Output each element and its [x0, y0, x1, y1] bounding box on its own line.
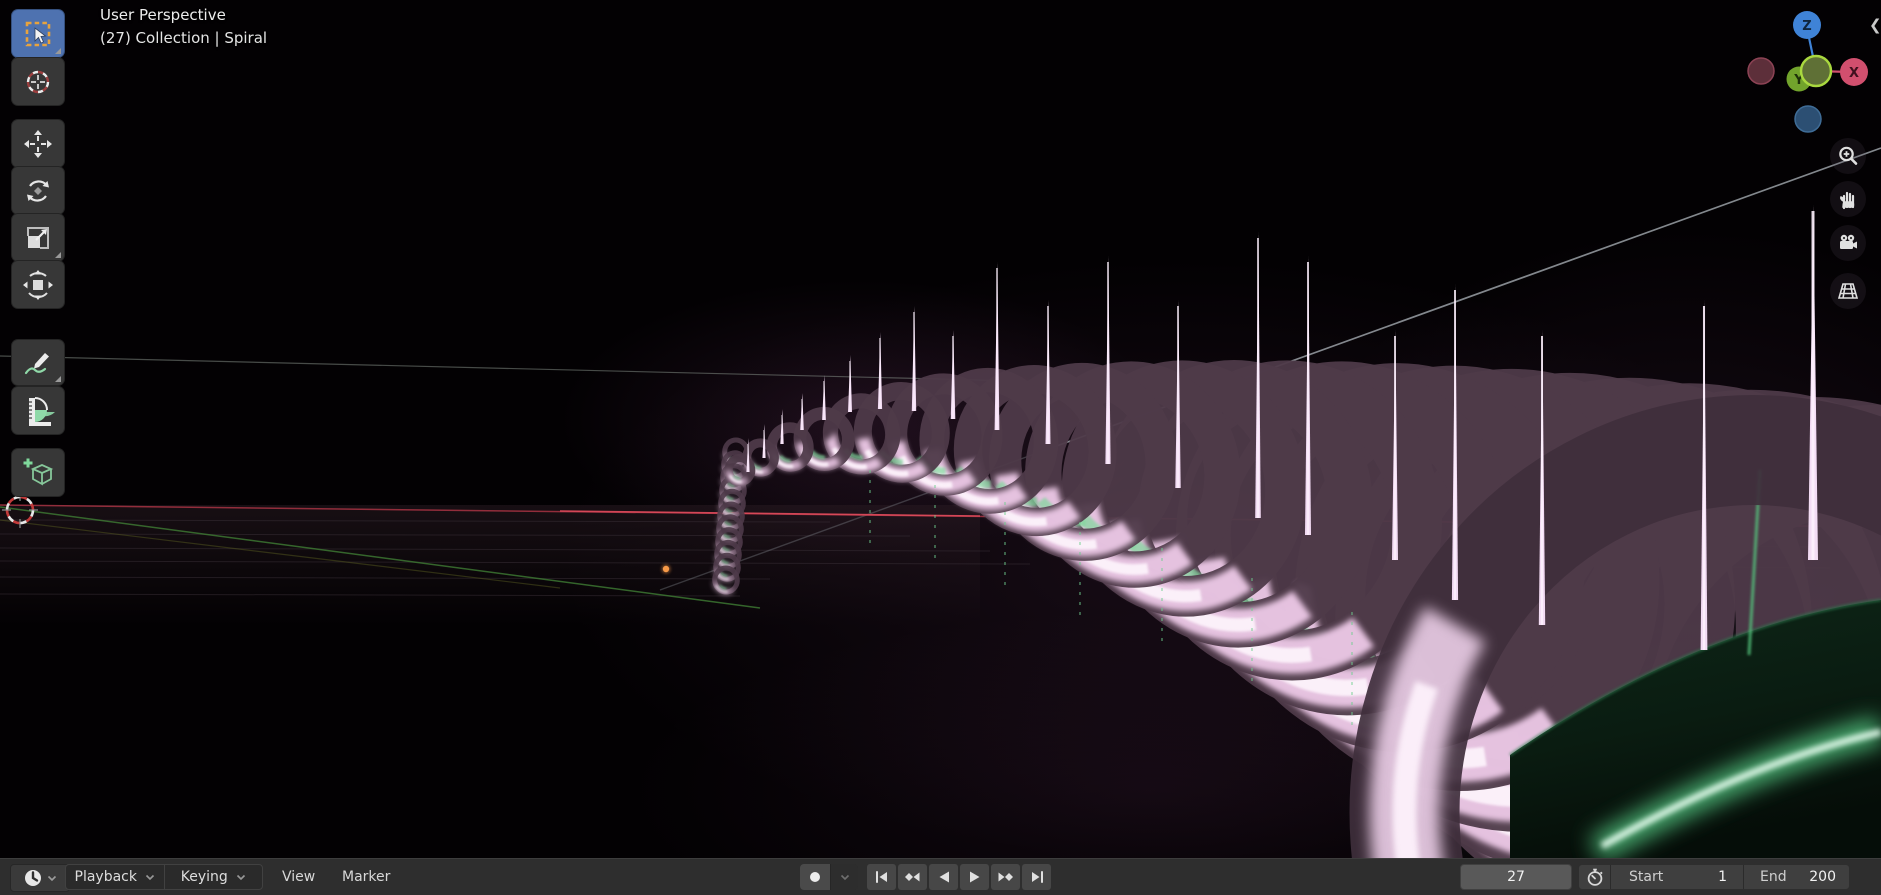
next-keyframe-icon	[998, 872, 1013, 882]
play-reverse-button[interactable]	[929, 864, 958, 890]
transform-icon	[23, 269, 53, 300]
axis-neg-z-ball[interactable]	[1794, 105, 1822, 133]
use-preview-range-button[interactable]	[1579, 865, 1610, 889]
tool-scale[interactable]	[12, 214, 64, 261]
zoom-icon	[1839, 146, 1858, 165]
view-menu-label: View	[282, 869, 316, 885]
axis-x-ball[interactable]: X	[1840, 58, 1868, 86]
stopwatch-icon	[1587, 868, 1603, 886]
tool-select-box[interactable]	[12, 10, 64, 57]
axis-neg-x-ball[interactable]	[1747, 57, 1775, 85]
axis-z-label: Z	[1802, 19, 1811, 34]
select-box-icon	[25, 21, 51, 46]
record-button[interactable]	[800, 864, 830, 890]
camera-view-icon	[1840, 234, 1857, 249]
measure-icon	[29, 396, 55, 426]
current-frame-value: 27	[1507, 869, 1525, 885]
cursor-tool-icon	[26, 70, 50, 93]
playback-menu-label: Playback	[74, 869, 137, 885]
previous-keyframe-icon	[905, 872, 920, 882]
axis-x-label: X	[1849, 66, 1859, 81]
editor-type-button[interactable]	[10, 864, 70, 892]
timeline-editor-header: Playback Keying View Marker 27 Start 1 E…	[0, 858, 1881, 895]
frame-range-group: Start 1 End 200	[1578, 864, 1850, 890]
add-cube-icon	[23, 458, 54, 486]
move-icon	[24, 129, 52, 158]
collapse-region-icon[interactable]: ❮	[1869, 18, 1881, 33]
tool-move[interactable]	[12, 120, 64, 167]
grid-view-icon	[1837, 283, 1859, 299]
end-frame-field[interactable]: End 200	[1743, 865, 1849, 889]
zoom-button[interactable]	[1830, 138, 1866, 174]
annotate-icon	[24, 352, 49, 374]
auto-key-group	[800, 864, 858, 890]
keying-menu[interactable]: Keying	[163, 865, 263, 889]
playback-menu[interactable]: Playback	[66, 865, 164, 889]
record-dot-icon	[810, 872, 820, 882]
tool-add-cube[interactable]	[12, 449, 64, 496]
start-label: Start	[1629, 869, 1664, 885]
gizmo-center-ball[interactable]	[1799, 54, 1833, 88]
transport-controls	[867, 864, 1051, 890]
jump-to-start-icon	[875, 871, 887, 883]
chevron-down-icon	[145, 874, 155, 880]
tool-annotate[interactable]	[12, 340, 64, 385]
record-options-button[interactable]	[830, 864, 858, 890]
start-value: 1	[1718, 869, 1727, 885]
tool-measure[interactable]	[12, 387, 64, 434]
end-label: End	[1760, 869, 1787, 885]
jump-to-end-button[interactable]	[1022, 864, 1051, 890]
subtool-corner	[55, 376, 61, 382]
pan-button[interactable]	[1830, 181, 1866, 217]
play-button[interactable]	[960, 864, 989, 890]
tool-rotate[interactable]	[12, 167, 64, 214]
playback-keying-group: Playback Keying	[65, 864, 263, 890]
start-frame-field[interactable]: Start 1	[1610, 865, 1743, 889]
clock-icon	[24, 870, 41, 886]
chevron-down-icon	[236, 874, 245, 880]
jump-to-start-button[interactable]	[867, 864, 896, 890]
tool-transform[interactable]	[12, 261, 64, 308]
subtool-corner	[55, 252, 61, 258]
camera-view-button[interactable]	[1830, 225, 1866, 261]
chevron-down-icon	[840, 874, 849, 880]
rotate-icon	[27, 179, 49, 202]
current-frame-field[interactable]: 27	[1460, 864, 1572, 890]
keying-menu-label: Keying	[180, 869, 228, 885]
marker-menu-label: Marker	[342, 869, 391, 885]
view-menu[interactable]: View	[268, 864, 329, 890]
pan-hand-icon	[1840, 191, 1855, 210]
blender-window: User Perspective (27) Collection | Spira…	[0, 0, 1881, 895]
play-reverse-icon	[939, 871, 949, 883]
marker-menu[interactable]: Marker	[328, 864, 404, 890]
play-icon	[969, 871, 979, 883]
object-origin-dot	[661, 564, 671, 574]
jump-to-end-icon	[1031, 871, 1043, 883]
scale-icon	[27, 226, 49, 249]
axis-z-ball[interactable]: Z	[1793, 11, 1821, 39]
next-keyframe-button[interactable]	[991, 864, 1020, 890]
end-value: 200	[1809, 869, 1836, 885]
chevron-down-icon	[47, 875, 56, 881]
tool-cursor[interactable]	[12, 58, 64, 105]
previous-keyframe-button[interactable]	[898, 864, 927, 890]
subtool-corner	[55, 48, 61, 54]
viewport-3d[interactable]	[0, 0, 1881, 858]
grid-view-button[interactable]	[1830, 273, 1866, 309]
navigation-gizmo[interactable]: Y Z X	[1735, 0, 1881, 140]
